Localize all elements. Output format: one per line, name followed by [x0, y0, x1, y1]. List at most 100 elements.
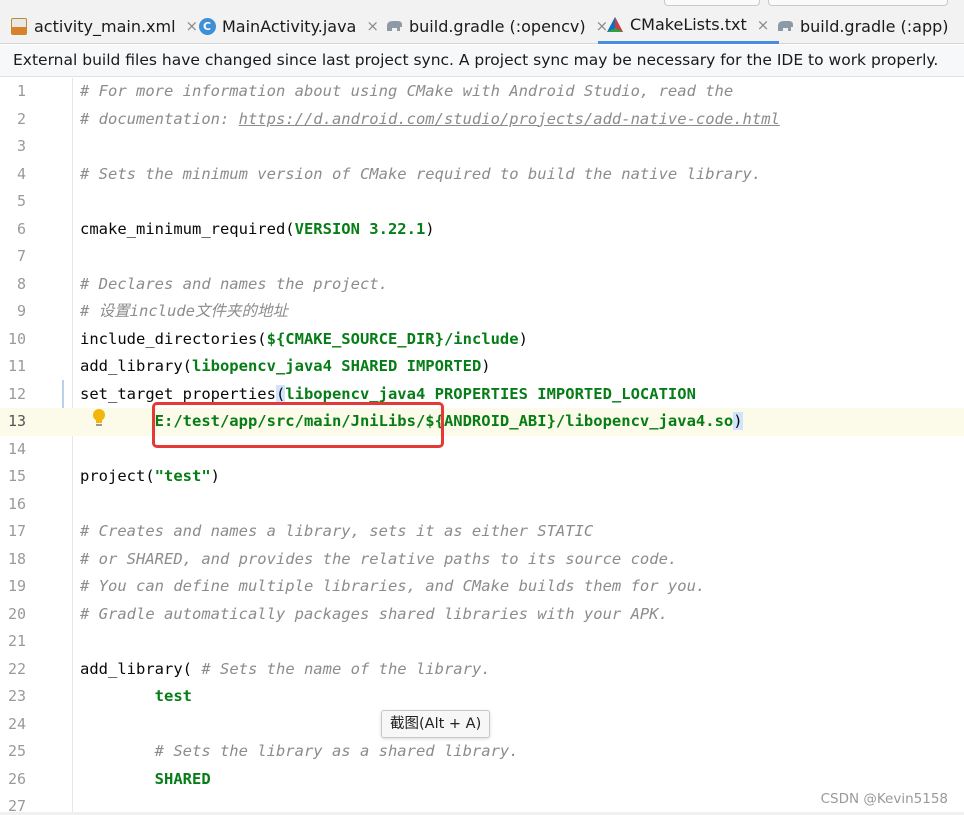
function-call: include_directories(: [80, 329, 267, 348]
line-number: 7: [16, 247, 26, 265]
function-call: set_target_properties: [80, 384, 276, 403]
line-number: 21: [7, 632, 26, 650]
xml-file-icon: [10, 17, 28, 35]
line-number: 14: [7, 439, 26, 458]
tab-label: CMakeLists.txt: [630, 15, 747, 34]
line-number: 6: [16, 219, 26, 238]
toolbar-button-stub[interactable]: [664, 0, 760, 6]
code-line: 12 set_target_properties(libopencv_java4…: [0, 381, 964, 409]
code-line: 21: [0, 628, 964, 656]
line-number: 8: [16, 274, 26, 293]
comment: # documentation:: [80, 109, 239, 128]
code-editor[interactable]: 1 # For more information about using CMa…: [0, 78, 964, 815]
code-line-current: 13 E:/test/app/src/main/JniLibs/${ANDROI…: [0, 408, 964, 436]
keyword: ${CMAKE_SOURCE_DIR}/include: [266, 329, 519, 348]
tab-label: activity_main.xml: [34, 16, 176, 36]
paren: ): [481, 357, 491, 375]
comment: # Gradle automatically packages shared l…: [80, 604, 668, 623]
line-number: 11: [7, 357, 26, 375]
code-line: 7: [0, 243, 964, 271]
tab-label: MainActivity.java: [222, 16, 357, 36]
code-line: 5: [0, 188, 964, 216]
tab-mainactivity-java[interactable]: C MainActivity.java ×: [198, 8, 379, 44]
lightbulb-icon[interactable]: [92, 408, 106, 428]
line-number: 12: [7, 384, 26, 403]
comment: # You can define multiple libraries, and…: [80, 577, 706, 595]
gradle-elephant-icon: [776, 17, 794, 35]
close-icon[interactable]: ×: [186, 17, 199, 35]
comment: # Creates and names a library, sets it a…: [80, 522, 594, 540]
code-line: 19 # You can define multiple libraries, …: [0, 573, 964, 601]
line-number: 24: [7, 714, 26, 733]
tab-activity-main-xml[interactable]: activity_main.xml ×: [10, 8, 198, 44]
comment: # or SHARED, and provides the relative p…: [80, 549, 678, 568]
line-number: 2: [16, 109, 26, 128]
function-call: project(: [80, 467, 155, 485]
close-icon[interactable]: ×: [366, 17, 379, 35]
line-number: 4: [16, 164, 26, 183]
code-line: 9 # 设置include文件夹的地址: [0, 298, 964, 326]
comment: # 设置include文件夹的地址: [80, 302, 288, 320]
line-number: 18: [7, 549, 26, 568]
function-call: add_library(: [80, 357, 192, 375]
line-number: 15: [7, 467, 26, 485]
line-number: 19: [7, 577, 26, 595]
line-number: 23: [7, 687, 26, 705]
line-number: 3: [16, 137, 26, 155]
sync-notification-banner: External build files have changed since …: [0, 45, 964, 77]
matched-paren: (: [275, 384, 286, 403]
string-literal: "test": [154, 467, 211, 485]
documentation-link[interactable]: https://d.android.com/studio/projects/ad…: [239, 110, 780, 128]
watermark: CSDN @Kevin5158: [820, 791, 948, 807]
code-line: 14: [0, 436, 964, 464]
tab-cmakelists-txt[interactable]: CMakeLists.txt ×: [598, 8, 780, 44]
code-line: 8 # Declares and names the project.: [0, 271, 964, 299]
code-line: 22 add_library( # Sets the name of the l…: [0, 656, 964, 684]
code-line: 15 project("test"): [0, 463, 964, 491]
paren: ): [210, 467, 220, 485]
screenshot-tooltip: 截图(Alt + A): [381, 710, 491, 738]
line-number: 9: [16, 302, 26, 320]
close-icon[interactable]: ×: [757, 16, 770, 34]
comment: # Sets the name of the library.: [201, 659, 491, 678]
line-number: 10: [7, 329, 26, 348]
tab-label: build.gradle (:opencv): [409, 16, 586, 36]
keyword: test: [80, 687, 192, 705]
code-line: 20 # Gradle automatically packages share…: [0, 601, 964, 629]
code-line: 10 include_directories(${CMAKE_SOURCE_DI…: [0, 326, 964, 354]
tab-build-gradle-opencv[interactable]: build.gradle (:opencv) ×: [385, 8, 608, 44]
editor-tab-bar: activity_main.xml × C MainActivity.java …: [0, 0, 964, 44]
highlight-annotation-box: [152, 402, 444, 448]
code-line: 2 # documentation: https://d.android.com…: [0, 106, 964, 134]
tab-build-gradle-app[interactable]: build.gradle (:app): [776, 8, 949, 44]
line-number: 25: [7, 742, 26, 760]
paren: ): [425, 219, 435, 238]
line-number: 1: [16, 82, 26, 100]
comment: # For more information about using CMake…: [80, 82, 734, 100]
line-number: 26: [7, 769, 26, 788]
code-line: 4 # Sets the minimum version of CMake re…: [0, 161, 964, 189]
code-line: 16: [0, 491, 964, 519]
gradle-elephant-icon: [385, 17, 403, 35]
code-line: 17 # Creates and names a library, sets i…: [0, 518, 964, 546]
code-line: 25 # Sets the library as a shared librar…: [0, 738, 964, 766]
toolbar-button-stub[interactable]: [768, 0, 948, 6]
code-line: 18 # or SHARED, and provides the relativ…: [0, 546, 964, 574]
keyword: libopencv_java4 SHARED IMPORTED: [191, 357, 482, 375]
code-line: 1 # For more information about using CMa…: [0, 78, 964, 106]
code-line: 11 add_library(libopencv_java4 SHARED IM…: [0, 353, 964, 381]
line-number: 5: [16, 192, 26, 210]
comment: # Declares and names the project.: [80, 274, 388, 293]
comment: # Sets the library as a shared library.: [80, 742, 519, 760]
line-number: 17: [7, 522, 26, 540]
paren: ): [518, 329, 528, 348]
function-call: add_library(: [80, 659, 202, 678]
line-number: 16: [7, 494, 26, 513]
java-class-icon: C: [198, 17, 216, 35]
line-number: 20: [7, 604, 26, 623]
function-call: cmake_minimum_required(: [80, 219, 295, 238]
line-number: 13: [7, 412, 26, 430]
code-line: 23 test: [0, 683, 964, 711]
comment: # Sets the minimum version of CMake requ…: [80, 164, 762, 183]
matched-paren: ): [733, 412, 743, 430]
